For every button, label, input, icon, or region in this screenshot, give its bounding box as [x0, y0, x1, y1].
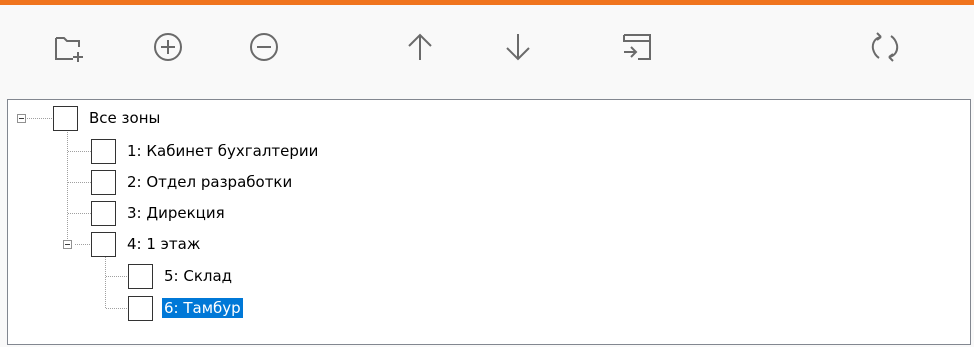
collapse-toggle[interactable] — [63, 240, 72, 249]
zones-tree[interactable]: Все зоны 1: Кабинет бухгалтерии 2: Отдел… — [7, 99, 971, 345]
tree-node-label[interactable]: Все зоны — [87, 108, 162, 128]
collapse-toggle[interactable] — [17, 114, 26, 123]
tree-node-label[interactable]: 3: Дирекция — [125, 203, 227, 223]
tree-checkbox[interactable] — [53, 106, 78, 131]
refresh-icon — [871, 32, 899, 62]
tree-checkbox[interactable] — [128, 264, 153, 289]
tree-checkbox[interactable] — [91, 232, 116, 257]
tree-node-label[interactable]: 5: Склад — [162, 266, 234, 286]
tree-checkbox[interactable] — [91, 201, 116, 226]
move-up-button[interactable] — [400, 27, 440, 67]
add-button[interactable] — [148, 27, 188, 67]
new-folder-icon — [55, 37, 83, 62]
arrow-down-icon — [506, 34, 530, 61]
tree-checkbox[interactable] — [128, 296, 153, 321]
tree-node-label-selected[interactable]: 6: Тамбур — [162, 298, 243, 318]
toolbar — [0, 5, 974, 97]
import-icon — [623, 34, 651, 60]
tree-node-label[interactable]: 2: Отдел разработки — [125, 172, 294, 192]
import-button[interactable] — [617, 27, 657, 67]
remove-button[interactable] — [244, 27, 284, 67]
new-folder-button[interactable] — [49, 27, 89, 67]
tree-node-label[interactable]: 1: Кабинет бухгалтерии — [125, 141, 320, 161]
tree-checkbox[interactable] — [91, 139, 116, 164]
tree-node-label[interactable]: 4: 1 этаж — [125, 234, 202, 254]
arrow-up-icon — [408, 33, 432, 60]
add-circle-icon — [154, 33, 182, 61]
zones-window: Все зоны 1: Кабинет бухгалтерии 2: Отдел… — [0, 0, 974, 347]
tree-checkbox[interactable] — [91, 170, 116, 195]
move-down-button[interactable] — [498, 27, 538, 67]
refresh-button[interactable] — [865, 27, 905, 67]
remove-circle-icon — [250, 33, 278, 61]
